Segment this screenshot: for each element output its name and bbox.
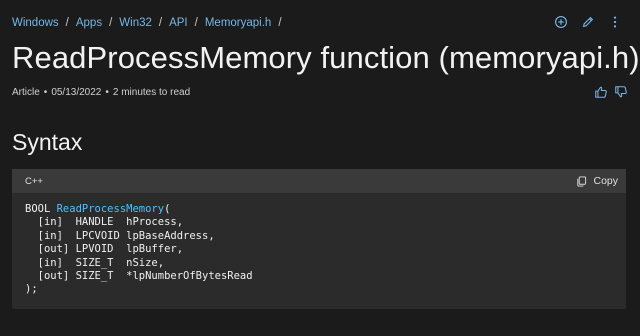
meta-separator: •: [43, 87, 48, 98]
meta-separator: •: [105, 87, 109, 98]
breadcrumb-separator: /: [194, 17, 198, 29]
breadcrumb-separator: /: [278, 17, 282, 29]
code-content: BOOL ReadProcessMemory( [in] HANDLE hPro…: [12, 193, 626, 307]
page-actions: [554, 15, 622, 29]
code-header: C++ Copy: [12, 169, 626, 193]
page-title: ReadProcessMemory function (memoryapi.h): [12, 40, 640, 75]
section-heading-syntax: Syntax: [12, 129, 83, 155]
code-open-paren: (: [164, 203, 171, 215]
breadcrumb-win32[interactable]: Win32: [119, 17, 152, 29]
code-param-line: [in] LPCVOID lpBaseAddress,: [25, 229, 215, 242]
code-close: );: [25, 283, 38, 296]
copy-button[interactable]: Copy: [576, 175, 618, 187]
edit-icon[interactable]: [581, 15, 595, 29]
read-time: 2 minutes to read: [112, 87, 191, 98]
thumbs-up-icon[interactable]: [594, 85, 608, 99]
article-date: 05/13/2022: [51, 87, 102, 98]
code-param-line: [in] HANDLE hProcess,: [25, 216, 184, 229]
code-block: C++ Copy BOOL ReadProcessMemory( [in] HA…: [12, 169, 626, 309]
breadcrumb-separator: /: [65, 17, 69, 29]
article-type: Article: [12, 87, 40, 98]
breadcrumb-separator: /: [158, 17, 163, 29]
breadcrumb-windows[interactable]: Windows: [12, 17, 59, 29]
more-options-icon[interactable]: [608, 15, 622, 29]
breadcrumb-apps[interactable]: Apps: [76, 17, 102, 29]
add-collection-icon[interactable]: [554, 15, 568, 29]
article-metadata: Article • 05/13/2022 • 2 minutes to read: [12, 87, 190, 98]
code-param-line: [out] LPVOID lpBuffer,: [25, 243, 184, 256]
code-language: C++: [25, 175, 43, 187]
code-function-name[interactable]: ReadProcessMemory: [57, 203, 164, 215]
breadcrumb-api[interactable]: API: [169, 17, 188, 29]
copy-label: Copy: [593, 175, 618, 187]
code-return-type: BOOL: [25, 203, 57, 215]
breadcrumb-memoryapi[interactable]: Memoryapi.h: [205, 17, 271, 29]
breadcrumb: Windows / Apps / Win32 / API / Memoryapi…: [12, 17, 289, 29]
code-param-line: [out] SIZE_T *lpNumberOfBytesRead: [25, 270, 253, 283]
copy-icon: [577, 175, 587, 187]
code-param-line: [in] SIZE_T nSize,: [25, 256, 165, 269]
breadcrumb-separator: /: [109, 17, 113, 29]
thumbs-down-icon[interactable]: [614, 85, 628, 99]
feedback-buttons: [594, 85, 628, 99]
